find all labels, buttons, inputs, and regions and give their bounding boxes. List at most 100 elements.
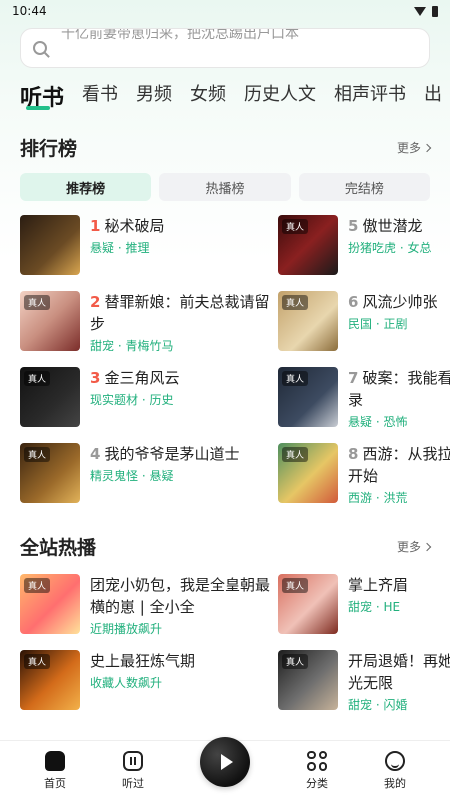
nav-home-label: 首页	[44, 776, 66, 790]
hot-item-4[interactable]: 真人 开局退婚！再她风光无限 甜宠 · 闪婚	[278, 650, 450, 712]
real-voice-badge: 真人	[282, 371, 309, 386]
book-meta: 现实题材 · 历史	[90, 393, 174, 407]
rank-number: 8	[348, 445, 359, 463]
status-icons	[414, 5, 438, 17]
book-info: 5 傲世潜龙 扮猪吃虎 · 女总	[348, 215, 431, 275]
search-icon	[33, 41, 47, 55]
category-tabs: 听书 看书 男频 女频 历史人文 相声评书 出	[0, 80, 450, 112]
hot-item-3[interactable]: 真人 史上最狂炼气期 收藏人数飙升	[20, 650, 278, 710]
book-info: 7破案：我能看记录 悬疑 · 恐怖	[348, 367, 450, 427]
search-placeholder: 十亿前妻带崽归来，把沈总踢出户口本	[61, 28, 299, 42]
rank-item-5[interactable]: 真人 5 傲世潜龙 扮猪吃虎 · 女总	[278, 215, 450, 275]
rank-item-6[interactable]: 真人 6 风流少帅张 民国 · 正剧	[278, 291, 450, 351]
now-playing-disc[interactable]	[200, 736, 250, 787]
book-info: 1 秘术破局 悬疑 · 推理	[90, 215, 164, 275]
hot-item-1[interactable]: 真人 团宠小奶包，我是全皇朝最横的崽 | 全小全 近期播放飙升	[20, 574, 278, 636]
book-title: 开局退婚！再她风光无限	[348, 652, 450, 692]
hot-section-header: 全站热播 更多	[0, 533, 450, 560]
book-title-text: 替罪新娘：前夫总裁请留步	[90, 293, 270, 333]
hot-item-2[interactable]: 真人 掌上齐眉 甜宠 · HE	[278, 574, 450, 634]
tab-crosstalk[interactable]: 相声评书	[334, 80, 406, 112]
tab-read[interactable]: 看书	[82, 80, 118, 112]
book-cover: 真人	[278, 215, 338, 275]
rank-filter-tabs: 推荐榜 热播榜 完结榜	[0, 173, 450, 201]
book-title: 5 傲世潜龙	[348, 215, 431, 237]
hot-more-label: 更多	[396, 540, 421, 554]
real-voice-badge: 真人	[282, 219, 309, 234]
real-voice-badge: 真人	[282, 447, 309, 462]
chevron-right-icon	[422, 542, 432, 551]
chevron-right-icon	[422, 143, 432, 152]
book-info: 8西游：从我拉空开始 西游 · 洪荒	[348, 443, 450, 503]
nav-category[interactable]: 分类	[306, 750, 328, 791]
nav-home[interactable]: 首页	[44, 750, 66, 791]
rank-number: 7	[348, 369, 359, 387]
real-voice-badge: 真人	[24, 578, 51, 593]
book-title-text: 金三角风云	[104, 369, 180, 387]
tab-female[interactable]: 女频	[190, 80, 226, 112]
rank-item-3[interactable]: 真人 3 金三角风云 现实题材 · 历史	[20, 367, 278, 427]
rank-tab-completed[interactable]: 完结榜	[298, 173, 430, 201]
book-title: 8西游：从我拉空开始	[348, 443, 450, 487]
real-voice-badge: 真人	[282, 654, 309, 669]
nav-profile[interactable]: 我的	[384, 750, 406, 791]
tab-more-partial[interactable]: 出	[424, 80, 442, 112]
real-voice-badge: 真人	[24, 295, 51, 310]
book-title-text: 风流少帅张	[362, 293, 438, 311]
book-meta: 甜宠 · 青梅竹马	[90, 339, 174, 353]
rank-number: 3	[90, 369, 101, 387]
status-bar: 10:44	[0, 0, 450, 22]
nav-heard[interactable]: 听过	[122, 750, 144, 791]
book-cover	[20, 215, 80, 275]
book-info: 掌上齐眉 甜宠 · HE	[348, 574, 408, 634]
bottom-navigation: 首页 听过 分类 我的	[0, 736, 450, 800]
tab-listen[interactable]: 听书	[20, 80, 64, 112]
book-info: 6 风流少帅张 民国 · 正剧	[348, 291, 437, 351]
rank-section-title: 排行榜	[20, 138, 78, 160]
hot-list: 真人 团宠小奶包，我是全皇朝最横的崽 | 全小全 近期播放飙升 真人 掌上齐眉 …	[0, 574, 450, 712]
book-meta: 甜宠 · 闪婚	[348, 698, 408, 712]
rank-more-link[interactable]: 更多	[397, 139, 432, 156]
book-title-text: 西游：从我拉空开始	[348, 445, 450, 485]
rank-item-4[interactable]: 真人 4 我的爷爷是茅山道士 精灵鬼怪 · 悬疑	[20, 443, 278, 503]
rank-item-8[interactable]: 真人 8西游：从我拉空开始 西游 · 洪荒	[278, 443, 450, 503]
hot-more-link[interactable]: 更多	[396, 538, 432, 555]
book-meta: 扮猪吃虎 · 女总	[348, 241, 432, 255]
book-meta: 西游 · 洪荒	[348, 491, 408, 503]
book-cover: 真人	[20, 650, 80, 710]
book-title: 1 秘术破局	[90, 215, 164, 237]
rank-item-1[interactable]: 1 秘术破局 悬疑 · 推理	[20, 215, 278, 275]
book-info: 4 我的爷爷是茅山道士 精灵鬼怪 · 悬疑	[90, 443, 239, 503]
app-content: 10:44 十亿前妻带崽归来，把沈总踢出户口本 听书 看书 男频 女频 历史人文…	[0, 0, 450, 712]
book-cover: 真人	[278, 367, 338, 427]
book-meta: 民国 · 正剧	[348, 317, 408, 331]
book-title-text: 傲世潜龙	[362, 217, 423, 235]
book-meta: 悬疑 · 推理	[90, 241, 150, 255]
home-icon	[45, 750, 65, 771]
book-cover: 真人	[20, 443, 80, 503]
book-title: 团宠小奶包，我是全皇朝最横的崽 | 全小全	[90, 576, 271, 616]
book-title: 3 金三角风云	[90, 367, 179, 389]
tab-male[interactable]: 男频	[136, 80, 172, 112]
rank-item-2[interactable]: 真人 2 替罪新娘：前夫总裁请留步 甜宠 · 青梅竹马	[20, 291, 278, 353]
rank-item-7[interactable]: 真人 7破案：我能看记录 悬疑 · 恐怖	[278, 367, 450, 427]
search-bar[interactable]: 十亿前妻带崽归来，把沈总踢出户口本	[20, 28, 430, 68]
book-title-text: 破案：我能看记录	[348, 369, 450, 409]
rank-number: 1	[90, 217, 101, 235]
book-title: 史上最狂炼气期	[90, 652, 196, 670]
rank-number: 5	[348, 217, 359, 235]
book-title: 7破案：我能看记录	[348, 367, 450, 411]
book-meta: 近期播放飙升	[90, 622, 163, 636]
book-cover: 真人	[278, 574, 338, 634]
wifi-icon	[414, 6, 426, 16]
battery-icon	[432, 5, 438, 17]
rank-section-header: 排行榜 更多	[0, 134, 450, 161]
rank-tab-hot[interactable]: 热播榜	[159, 173, 291, 201]
book-title: 4 我的爷爷是茅山道士	[90, 443, 239, 465]
rank-tab-recommended[interactable]: 推荐榜	[20, 173, 152, 201]
rank-number: 6	[348, 293, 359, 311]
nav-player[interactable]	[200, 736, 250, 787]
tab-history[interactable]: 历史人文	[244, 80, 316, 112]
book-title: 2 替罪新娘：前夫总裁请留步	[90, 291, 278, 335]
book-cover: 真人	[278, 291, 338, 351]
